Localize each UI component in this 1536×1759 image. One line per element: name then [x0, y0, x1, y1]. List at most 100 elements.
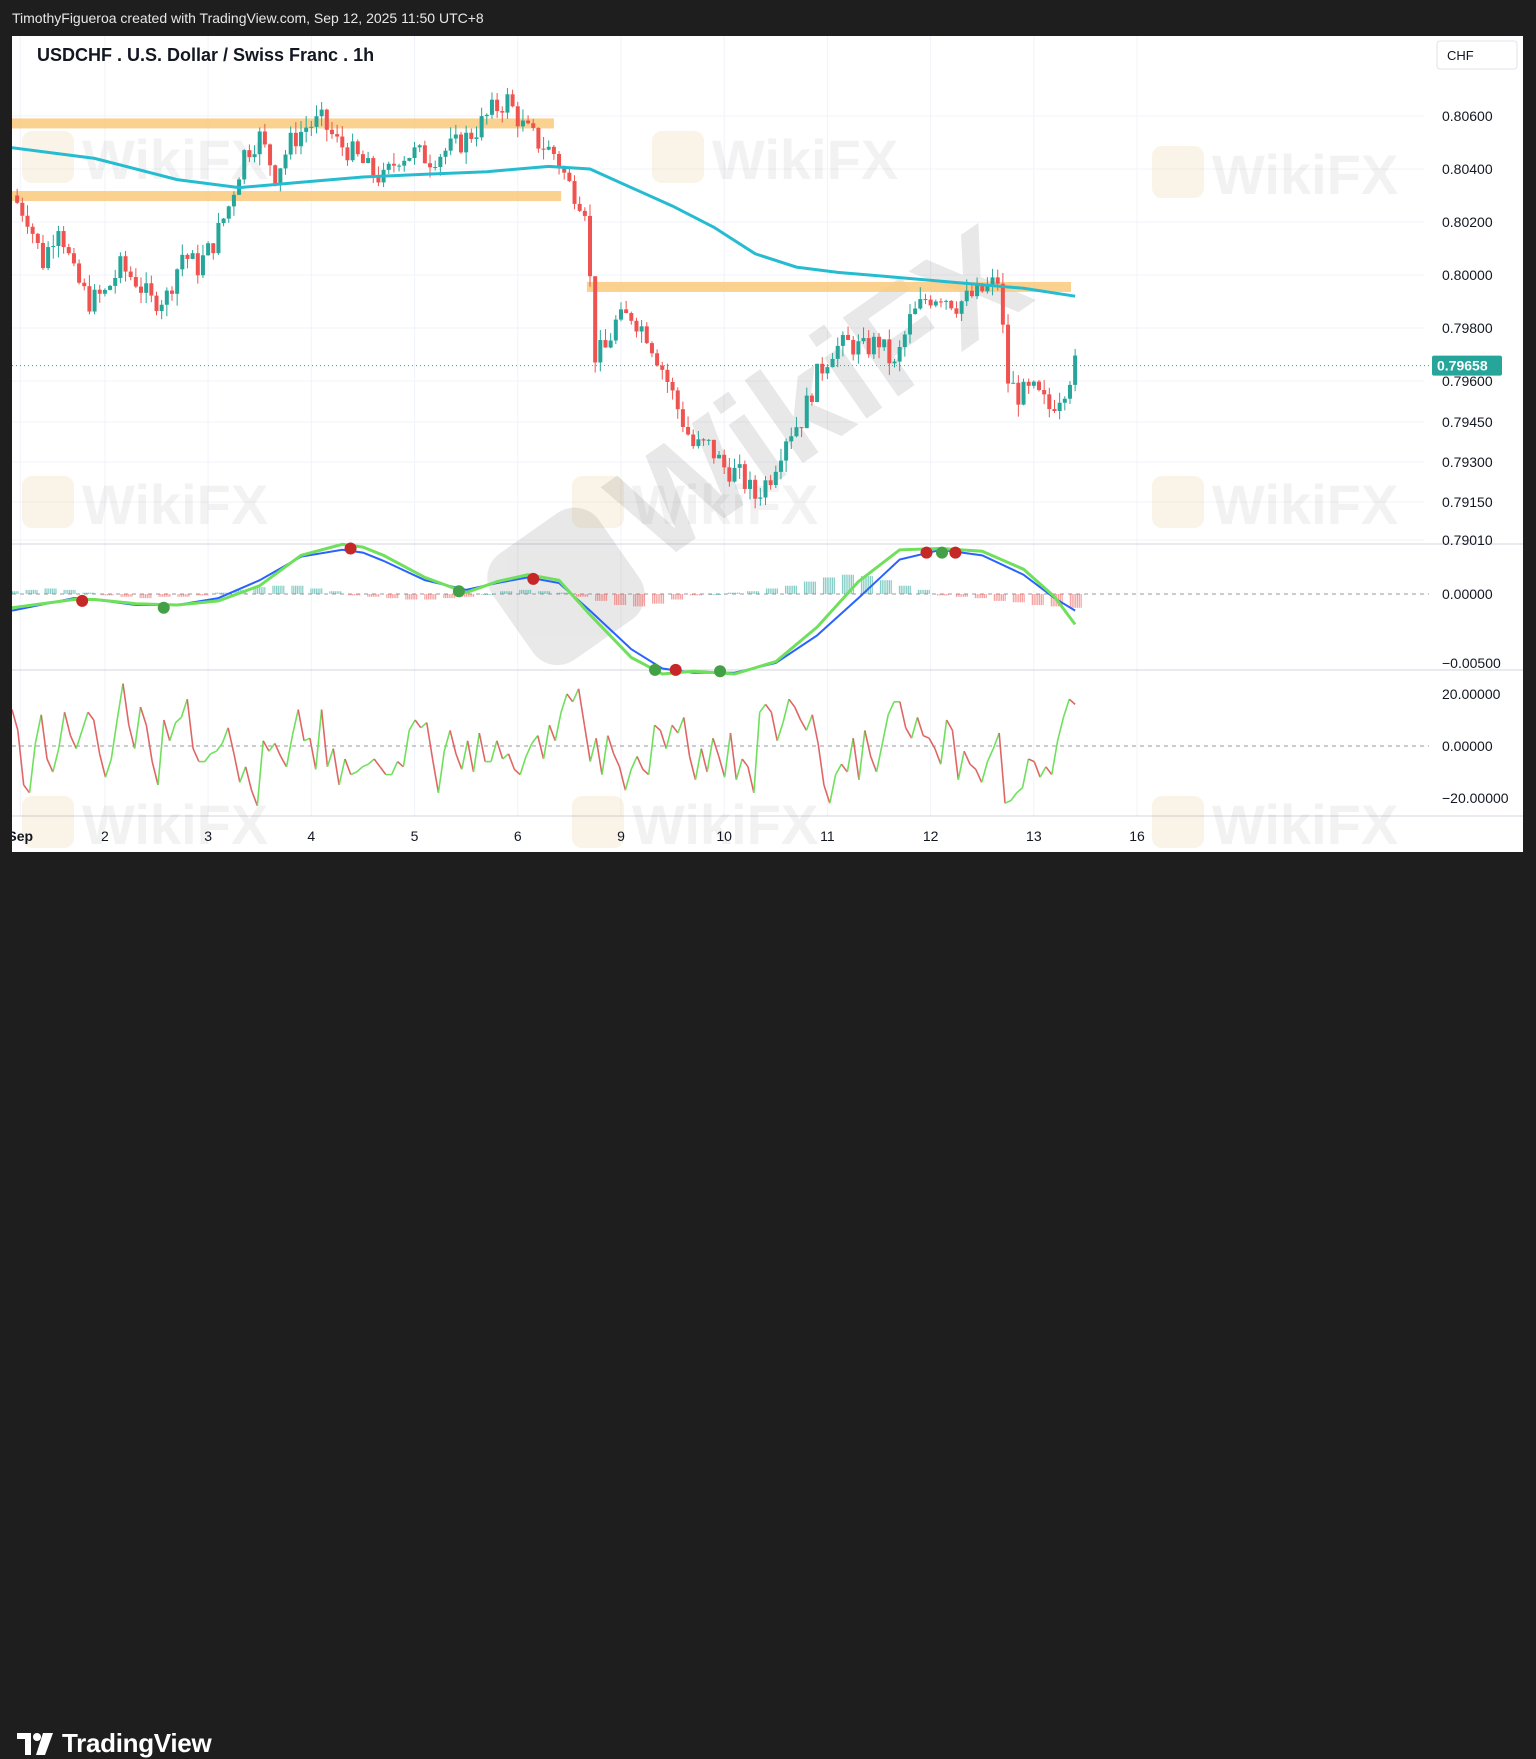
- candle-down: [1042, 390, 1047, 395]
- macd-cross-down-marker: [344, 542, 357, 555]
- macd-histogram-bar: [291, 585, 293, 594]
- macd-histogram-bar: [583, 594, 585, 597]
- macd-histogram-bar: [642, 594, 644, 607]
- osc-segment: [589, 738, 597, 762]
- candle-down: [634, 320, 639, 332]
- macd-histogram-bar: [490, 594, 492, 595]
- watermark-tile: WikiFX: [1152, 473, 1398, 536]
- candle-down: [742, 464, 747, 489]
- macd-histogram-bar: [429, 594, 431, 600]
- osc-segment: [367, 758, 375, 765]
- osc-segment: [373, 758, 381, 768]
- chart-canvas[interactable]: WikiFX WikiFX WikiFXWikiFX WikiFX WikiFXWiki…: [12, 36, 1523, 852]
- candle-up: [918, 299, 923, 309]
- osc-segment: [770, 712, 779, 741]
- candle-down: [531, 123, 536, 128]
- osc-segment: [186, 699, 194, 749]
- macd-histogram-bar: [336, 591, 338, 594]
- candle-up: [288, 132, 293, 155]
- candle-up: [319, 109, 324, 117]
- candle-up: [226, 206, 231, 219]
- candle-up: [299, 131, 304, 147]
- tradingview-brand[interactable]: TradingView: [16, 1728, 212, 1759]
- chart-panel[interactable]: WikiFX WikiFX WikiFX WikiFX WikiFX WikiFX Wiki…: [12, 36, 1523, 852]
- macd-histogram-bar: [524, 589, 526, 594]
- macd-histogram-bar: [298, 585, 300, 594]
- candle-up: [443, 150, 448, 157]
- osc-segment: [607, 735, 615, 755]
- candle-up: [758, 497, 763, 499]
- candle-up: [789, 436, 794, 442]
- osc-segment: [951, 730, 960, 780]
- osc-segment: [671, 724, 679, 734]
- macd-histogram-bar: [750, 591, 752, 594]
- macd-histogram-bar: [678, 594, 680, 600]
- candle-up: [897, 346, 902, 362]
- candle-down: [185, 254, 190, 259]
- candle-down: [582, 210, 587, 216]
- candle-up: [200, 255, 205, 276]
- macd-histogram-bar: [355, 594, 357, 596]
- macd-histogram-bar: [120, 594, 122, 597]
- macd-histogram-bar: [809, 581, 811, 594]
- macd-histogram-bar: [577, 594, 580, 597]
- candle-up: [102, 289, 107, 294]
- macd-histogram-bar: [110, 594, 112, 596]
- osc-segment: [753, 712, 761, 793]
- macd-histogram-bar: [1018, 594, 1020, 603]
- watermark-tile: WikiFX: [652, 128, 898, 191]
- macd-histogram-bar: [936, 594, 939, 596]
- macd-histogram-bar: [397, 594, 399, 599]
- macd-histogram-bar: [426, 594, 428, 600]
- candle-up: [484, 114, 489, 117]
- currency-box[interactable]: CHF: [1436, 40, 1518, 70]
- macd-histogram-bar: [217, 592, 219, 594]
- osc-segment: [175, 716, 182, 724]
- macd-histogram-bar: [313, 588, 316, 594]
- price-axis-tick: 0.79450: [1442, 414, 1493, 430]
- candle-down: [686, 426, 691, 435]
- macd-histogram-bar: [978, 594, 980, 599]
- macd-cross-up-marker: [649, 663, 662, 676]
- osc-segment: [356, 766, 364, 773]
- macd-histogram-bar: [526, 589, 528, 594]
- candle-up: [505, 94, 510, 113]
- osc-segment: [63, 712, 72, 736]
- macd-histogram-bar: [310, 588, 312, 594]
- candle-up: [402, 160, 407, 166]
- macd-histogram-bar: [106, 594, 109, 596]
- candle-up: [464, 132, 469, 153]
- macd-histogram-bar: [448, 594, 450, 599]
- macd-histogram-bar: [367, 594, 369, 597]
- macd-histogram-bar: [833, 577, 835, 594]
- macd-histogram-bar: [32, 589, 34, 594]
- osc-segment: [548, 724, 556, 742]
- watermark-layer: WikiFX WikiFX WikiFXWikiFX WikiFX WikiFXWiki…: [22, 128, 1398, 852]
- macd-histogram-bar: [315, 588, 317, 594]
- osc-segment: [221, 727, 229, 744]
- macd-histogram-bar: [691, 594, 694, 596]
- macd-histogram-bar: [738, 592, 741, 594]
- candle-up: [350, 141, 355, 161]
- macd-histogram-bar: [484, 594, 487, 595]
- macd-histogram-bar: [1038, 594, 1041, 606]
- macd-histogram-bar: [718, 594, 720, 595]
- macd-histogram-bar: [564, 592, 566, 594]
- macd-histogram-bar: [503, 591, 505, 594]
- macd-histogram-bar: [765, 588, 768, 594]
- osc-segment: [291, 709, 300, 736]
- candle-down: [567, 172, 572, 182]
- macd-histogram-bar: [370, 594, 373, 597]
- macd-histogram-bar: [942, 594, 944, 596]
- candle-up: [448, 138, 453, 151]
- macd-histogram-bar: [122, 594, 124, 597]
- candle-down: [40, 242, 45, 269]
- macd-histogram-bar: [699, 594, 701, 596]
- macd-histogram-bar: [200, 594, 202, 596]
- macd-histogram-bar: [55, 588, 57, 594]
- candle-up: [608, 340, 613, 348]
- current-price-value: 0.79658: [1437, 358, 1488, 374]
- macd-histogram-bar: [887, 580, 889, 594]
- watermark-text: WikiFX: [1212, 793, 1398, 852]
- macd-histogram-bar: [338, 591, 340, 594]
